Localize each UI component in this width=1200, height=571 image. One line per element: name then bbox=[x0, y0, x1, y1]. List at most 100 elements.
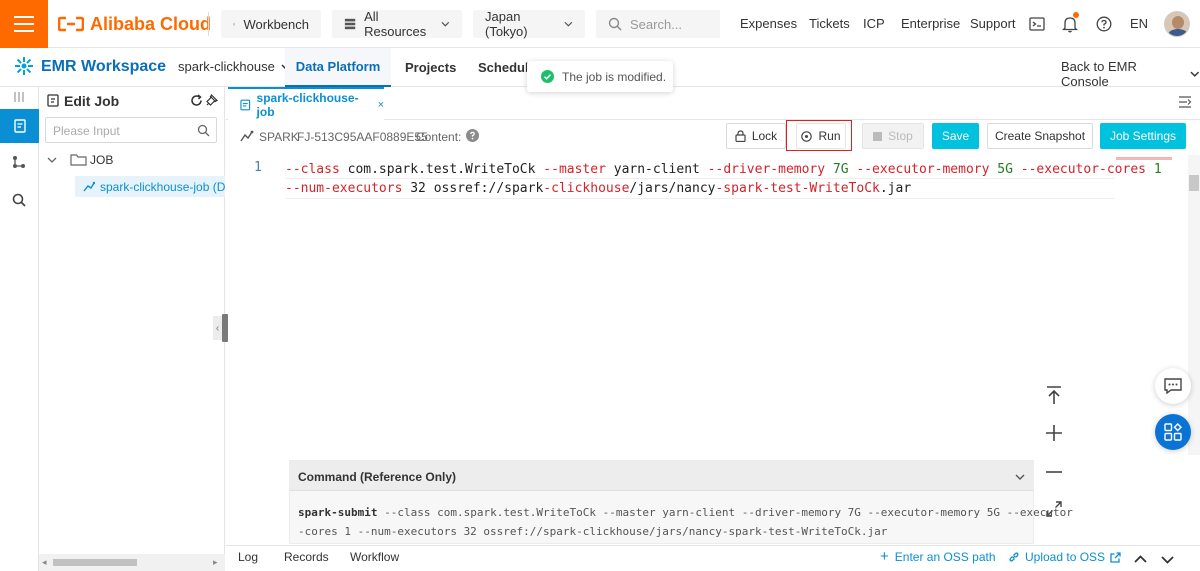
region-dropdown[interactable]: Japan (Tokyo) bbox=[473, 9, 585, 39]
tab-records[interactable]: Records bbox=[284, 550, 329, 564]
alibaba-cloud-logo[interactable]: Alibaba Cloud bbox=[58, 12, 211, 36]
scrollbar-thumb[interactable] bbox=[53, 559, 137, 566]
save-button[interactable]: Save bbox=[932, 123, 979, 149]
expand-chevron-icon[interactable] bbox=[47, 157, 57, 163]
chevron-down-icon bbox=[564, 21, 573, 27]
job-tree-sidebar: Edit Job Please Input JOB spark-clickhou… bbox=[39, 87, 228, 571]
command-header-title: Command (Reference Only) bbox=[298, 470, 457, 484]
back-to-emr-console[interactable]: Back to EMR Console bbox=[1061, 59, 1200, 89]
close-tab-icon[interactable]: × bbox=[378, 99, 384, 111]
create-snapshot-button[interactable]: Create Snapshot bbox=[987, 123, 1093, 149]
spark-type-icon bbox=[240, 130, 254, 142]
run-play-icon bbox=[801, 130, 813, 142]
zoom-in-icon[interactable] bbox=[1045, 424, 1063, 442]
code-token: --executor-cores bbox=[1020, 162, 1146, 177]
rail-item-edit-job[interactable] bbox=[0, 109, 39, 143]
code-token: /jars/nancy bbox=[629, 181, 716, 196]
search-placeholder: Search... bbox=[630, 16, 683, 32]
code-editor[interactable]: 1 --class com.spark.test.WriteToCk --mas… bbox=[226, 155, 1200, 455]
collapse-panel-icon[interactable] bbox=[13, 91, 25, 103]
user-avatar[interactable] bbox=[1164, 11, 1190, 37]
terminal-icon[interactable] bbox=[1029, 16, 1045, 32]
refresh-icon[interactable] bbox=[190, 94, 203, 107]
folder-job[interactable]: JOB bbox=[90, 153, 113, 167]
code-line-2[interactable]: --num-executors 32 ossref://spark-clickh… bbox=[285, 179, 911, 198]
link-icon bbox=[1009, 552, 1019, 562]
pin-icon[interactable] bbox=[206, 94, 218, 106]
help-icon[interactable] bbox=[1096, 16, 1112, 32]
expenses-link[interactable]: Expenses bbox=[740, 16, 797, 31]
editor-tab-active[interactable]: spark-clickhouse-job × bbox=[228, 87, 384, 120]
job-settings-button[interactable]: Job Settings bbox=[1100, 123, 1186, 149]
support-link[interactable]: Support bbox=[970, 16, 1016, 31]
collapse-sidebar-arrow-icon[interactable]: ‹ bbox=[213, 316, 222, 340]
code-line-1[interactable]: --class com.spark.test.WriteToCk --maste… bbox=[285, 160, 1162, 179]
chevron-down-icon[interactable] bbox=[1161, 556, 1174, 564]
help-icon[interactable] bbox=[466, 129, 479, 142]
tree-item-label: spark-clickhouse-job (DV bbox=[100, 180, 225, 194]
tickets-link[interactable]: Tickets bbox=[809, 16, 850, 31]
edit-document-icon bbox=[13, 119, 26, 133]
search-icon[interactable] bbox=[197, 124, 210, 137]
scroll-right-arrow-icon[interactable]: ▸ bbox=[213, 557, 218, 568]
code-token: --num-executors bbox=[285, 181, 403, 196]
tab-projects[interactable]: Projects bbox=[405, 60, 456, 75]
panel-toggle-icon[interactable] bbox=[1178, 96, 1192, 108]
scroll-to-top-icon[interactable] bbox=[1045, 385, 1063, 405]
code-token: --master bbox=[543, 162, 606, 177]
alibaba-cloud-logo-icon bbox=[58, 16, 84, 32]
project-name: spark-clickhouse bbox=[178, 59, 275, 74]
workflow-icon[interactable] bbox=[12, 155, 26, 169]
region-label: Japan (Tokyo) bbox=[485, 9, 528, 39]
icp-link[interactable]: ICP bbox=[863, 16, 885, 31]
back-label: Back to EMR Console bbox=[1061, 59, 1137, 89]
enter-oss-path-link[interactable]: + Enter an OSS path bbox=[880, 549, 996, 564]
app-title: EMR Workspace bbox=[41, 58, 167, 75]
command-keyword: spark-submit bbox=[298, 506, 378, 519]
all-resources-label: All Resources bbox=[364, 9, 427, 39]
tree-item-job[interactable]: spark-clickhouse-job (DV bbox=[75, 176, 225, 197]
editor-scrollbar[interactable] bbox=[1188, 155, 1200, 455]
project-switcher[interactable]: spark-clickhouse bbox=[178, 59, 291, 74]
scroll-left-arrow-icon[interactable]: ◂ bbox=[42, 557, 47, 568]
upload-oss-label: Upload to OSS bbox=[1025, 550, 1106, 564]
code-token: -spark-test-WriteToCk bbox=[715, 181, 880, 196]
zoom-out-icon[interactable] bbox=[1045, 463, 1063, 481]
command-panel-header[interactable]: Command (Reference Only) bbox=[290, 461, 1033, 491]
chevron-down-icon[interactable] bbox=[1015, 474, 1025, 480]
run-button[interactable]: Run bbox=[796, 123, 846, 149]
upload-to-oss-link[interactable]: Upload to OSS bbox=[1008, 550, 1121, 564]
workbench-button[interactable]: Workbench bbox=[221, 10, 321, 38]
stop-button[interactable]: Stop bbox=[862, 123, 924, 149]
chat-support-button[interactable] bbox=[1155, 368, 1191, 404]
global-search[interactable]: Search... bbox=[596, 10, 720, 38]
tab-label: Data Platform bbox=[295, 59, 381, 74]
workbench-label: Workbench bbox=[243, 16, 309, 32]
editor-tab-label: spark-clickhouse-job bbox=[256, 90, 359, 119]
search-icon[interactable] bbox=[12, 193, 26, 207]
menu-hamburger-icon[interactable] bbox=[0, 0, 48, 48]
all-resources-dropdown[interactable]: All Resources bbox=[332, 9, 462, 39]
chevron-up-icon[interactable] bbox=[1134, 555, 1147, 563]
code-token: --driver-memory bbox=[707, 162, 826, 177]
editor-tabs-bar: spark-clickhouse-job × bbox=[226, 87, 1200, 120]
tab-log[interactable]: Log bbox=[238, 550, 258, 564]
save-label: Save bbox=[941, 129, 970, 143]
sidebar-search-input[interactable]: Please Input bbox=[45, 117, 217, 143]
minimap[interactable] bbox=[1116, 157, 1172, 160]
success-toast: The job is modified. bbox=[527, 61, 673, 92]
tab-workflow[interactable]: Workflow bbox=[350, 550, 399, 564]
apps-widget-button[interactable] bbox=[1155, 414, 1191, 450]
lock-icon bbox=[735, 130, 746, 142]
job-settings-label: Job Settings bbox=[1109, 129, 1177, 143]
divider bbox=[208, 12, 209, 36]
search-placeholder: Please Input bbox=[53, 124, 120, 138]
language-switch[interactable]: EN bbox=[1130, 16, 1148, 31]
enterprise-link[interactable]: Enterprise bbox=[901, 16, 960, 31]
tab-data-platform[interactable]: Data Platform bbox=[285, 48, 391, 87]
sidebar-horizontal-scrollbar[interactable]: ◂ ▸ bbox=[39, 554, 225, 571]
search-icon bbox=[608, 17, 622, 31]
toast-message: The job is modified. bbox=[562, 69, 667, 84]
lock-button[interactable]: Lock bbox=[726, 123, 786, 149]
scrollbar-thumb[interactable] bbox=[1189, 175, 1199, 191]
